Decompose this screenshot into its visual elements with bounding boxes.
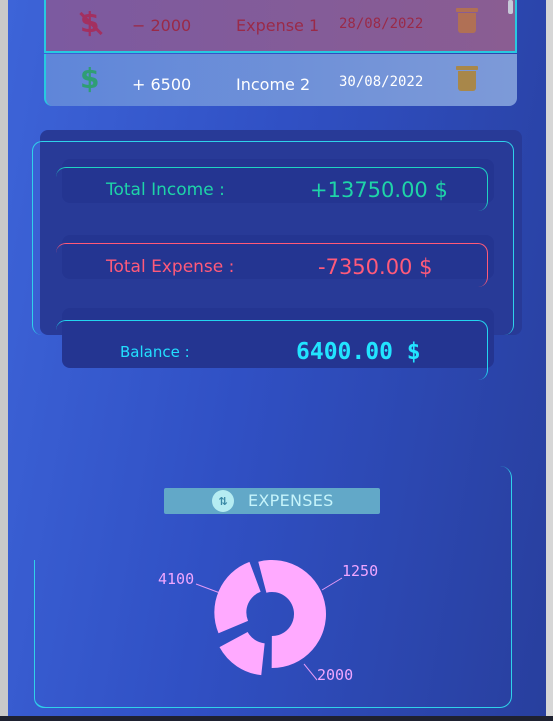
donut-slice-2000[interactable] [214, 561, 261, 634]
bottom-bar [0, 716, 553, 721]
label-leader-line [195, 583, 221, 594]
donut-label-2000: 2000 [317, 666, 353, 684]
expenses-donut-chart: 4100 1250 2000 [158, 560, 378, 684]
donut-slice-1250[interactable] [219, 631, 265, 676]
donut-label-1250: 1250 [342, 562, 378, 580]
page: $ − 2000 Expense 1 28/08/2022 $ + 6500 I… [8, 0, 546, 716]
donut-slice-4100[interactable] [258, 560, 326, 668]
label-leader-line [303, 663, 318, 681]
donut-label-4100: 4100 [158, 570, 194, 588]
window-edge [546, 0, 553, 716]
label-leader-line [321, 577, 343, 591]
